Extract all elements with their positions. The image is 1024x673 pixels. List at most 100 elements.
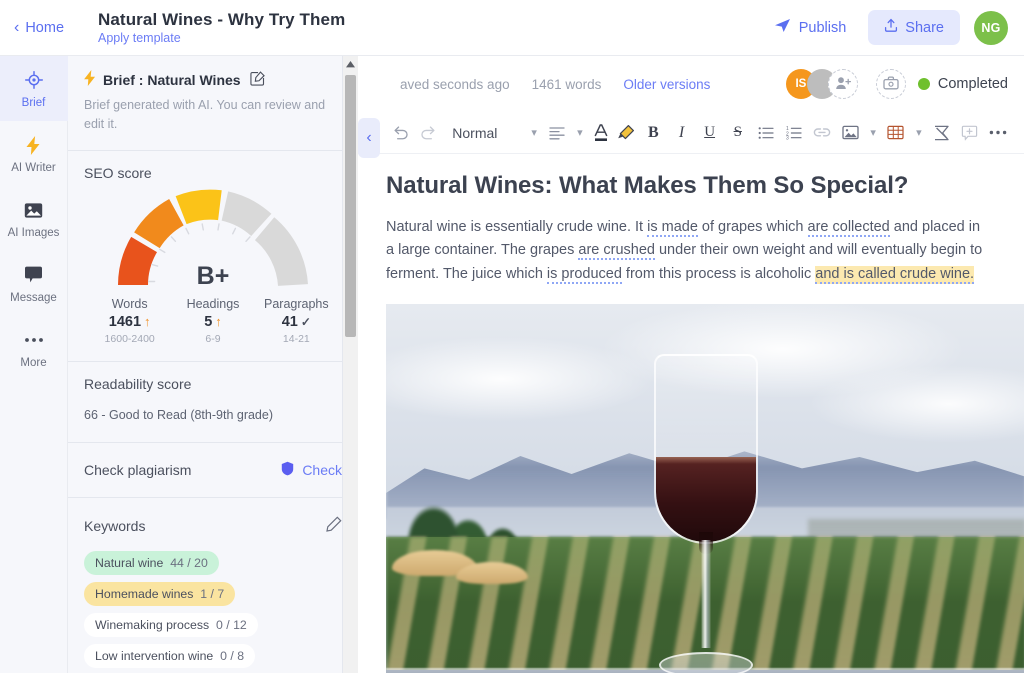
home-back-link[interactable]: ‹ Home: [14, 20, 86, 36]
grammar-suggestion[interactable]: are crushed: [578, 242, 655, 260]
saved-status: aved seconds ago: [400, 77, 510, 92]
add-person-button[interactable]: [828, 69, 858, 99]
keyword-term: Homemade wines: [95, 587, 193, 601]
grammar-suggestion[interactable]: is produced: [547, 266, 622, 284]
pencil-icon[interactable]: [326, 516, 342, 537]
check-plagiarism-button[interactable]: Check: [281, 461, 342, 479]
stat-range: 14-21: [255, 333, 338, 345]
keyword-pill[interactable]: Winemaking process 0 / 12: [84, 613, 258, 637]
table-icon[interactable]: [882, 118, 910, 148]
seo-gauge: B+: [113, 185, 313, 291]
scroll-up-arrow-icon[interactable]: [343, 56, 359, 72]
chevron-down-icon[interactable]: ▾: [507, 126, 543, 139]
brief-panel-content: Brief : Natural Wines Brief generated wi…: [68, 56, 358, 673]
underline-icon[interactable]: U: [696, 118, 724, 148]
add-person-icon: [835, 76, 851, 93]
link-icon[interactable]: [808, 118, 836, 148]
grammar-suggestion[interactable]: is made: [647, 219, 698, 237]
left-rail: Brief AI Writer AI Images Message: [0, 56, 68, 673]
text-style-select[interactable]: Normal: [442, 125, 507, 141]
bullet-list-icon[interactable]: [752, 118, 780, 148]
keyword-pill[interactable]: Low intervention wine 0 / 8: [84, 644, 255, 668]
numbered-list-icon[interactable]: 123: [780, 118, 808, 148]
apply-template-link[interactable]: Apply template: [98, 31, 345, 45]
keyword-term: Winemaking process: [95, 618, 209, 632]
wine-glass: [646, 354, 766, 673]
sidebar-item-more[interactable]: More: [0, 316, 68, 381]
chevron-down-icon[interactable]: ▾: [910, 126, 928, 139]
wine-liquid: [656, 457, 756, 543]
scrollbar-thumb[interactable]: [345, 75, 356, 337]
editor-area: aved seconds ago 1461 words Older versio…: [358, 56, 1024, 673]
brief-title: Brief : Natural Wines: [103, 72, 241, 88]
align-left-icon[interactable]: [543, 118, 571, 148]
share-button[interactable]: Share: [868, 10, 960, 45]
paragraph-text: from this process is alcoholic: [622, 266, 815, 282]
redo-icon[interactable]: [414, 118, 442, 148]
keyword-count: 0 / 8: [220, 649, 244, 663]
glass-bowl: [654, 354, 758, 544]
shield-icon: [281, 461, 294, 479]
chevron-down-icon[interactable]: ▾: [864, 126, 882, 139]
text-color-icon[interactable]: [589, 118, 613, 148]
keywords-title: Keywords: [84, 518, 145, 534]
stat-words: Words 1461↑ 1600-2400: [88, 297, 171, 345]
app-root: ‹ Home Natural Wines - Why Try Them Appl…: [0, 0, 1024, 673]
older-versions-link[interactable]: Older versions: [623, 77, 710, 92]
undo-icon[interactable]: [386, 118, 414, 148]
collapse-panel-button[interactable]: ‹: [358, 118, 380, 158]
chat-icon: [24, 265, 43, 285]
image-icon[interactable]: [836, 118, 864, 148]
ellipsis-icon[interactable]: [984, 118, 1012, 148]
sidebar-item-ai-images[interactable]: AI Images: [0, 186, 68, 251]
keyword-term: Natural wine: [95, 556, 163, 570]
readability-card: Readability score 66 - Good to Read (8th…: [68, 362, 358, 443]
brief-subtitle: Brief generated with AI. You can review …: [84, 96, 342, 134]
document-paragraph[interactable]: Natural wine is essentially crude wine. …: [386, 216, 1024, 286]
stat-label: Paragraphs: [255, 297, 338, 311]
keywords-card: Keywords Natural wine 44 / 20 Homemade w…: [68, 498, 358, 673]
highlighted-suggestion[interactable]: and is called crude wine.: [815, 266, 974, 284]
status-badge[interactable]: Completed: [918, 76, 1008, 92]
add-comment-icon[interactable]: [956, 118, 984, 148]
pencil-square-icon[interactable]: [250, 71, 265, 89]
stat-value: 5: [204, 314, 212, 330]
bold-icon[interactable]: B: [639, 118, 667, 148]
chevron-down-icon[interactable]: ▾: [571, 126, 589, 139]
status-dot-icon: [918, 78, 930, 90]
stat-label: Headings: [171, 297, 254, 311]
editor-meta-actions: IS C: [786, 69, 1008, 99]
document-image[interactable]: [386, 304, 1024, 673]
share-label: Share: [905, 20, 944, 36]
keyword-pill[interactable]: Homemade wines 1 / 7: [84, 582, 235, 606]
brief-panel-scrollbar[interactable]: [342, 56, 358, 673]
grammar-suggestion[interactable]: are collected: [808, 219, 890, 237]
readability-title: Readability score: [84, 376, 342, 392]
sidebar-item-brief[interactable]: Brief: [0, 56, 68, 121]
keyword-count: 0 / 12: [216, 618, 247, 632]
italic-icon[interactable]: I: [667, 118, 695, 148]
paragraph-text: Natural wine is essentially crude wine. …: [386, 219, 647, 235]
document-title-block: Natural Wines - Why Try Them Apply templ…: [98, 10, 345, 45]
publish-button[interactable]: Publish: [766, 12, 855, 43]
briefcase-button[interactable]: [876, 69, 906, 99]
seo-score-card: SEO score: [68, 151, 358, 362]
seo-score-title: SEO score: [84, 165, 342, 181]
stat-headings: Headings 5↑ 6-9: [171, 297, 254, 345]
strikethrough-icon[interactable]: S: [724, 118, 752, 148]
document-canvas[interactable]: Natural Wines: What Makes Them So Specia…: [358, 154, 1024, 673]
keyword-pill[interactable]: Natural wine 44 / 20: [84, 551, 219, 575]
seo-gauge-wrapper: B+: [84, 185, 342, 291]
clear-format-icon[interactable]: [928, 118, 956, 148]
sidebar-item-message[interactable]: Message: [0, 251, 68, 316]
arrow-up-icon: ↑: [215, 314, 222, 329]
highlighter-icon[interactable]: [613, 118, 639, 148]
brief-header: Brief : Natural Wines Brief generated wi…: [68, 56, 358, 151]
arrow-up-icon: ↑: [144, 314, 151, 329]
avatar[interactable]: NG: [974, 11, 1008, 45]
upload-icon: [884, 18, 898, 37]
document-heading[interactable]: Natural Wines: What Makes Them So Specia…: [386, 172, 1024, 200]
sidebar-item-ai-writer[interactable]: AI Writer: [0, 121, 68, 186]
glass-foot: [659, 652, 753, 673]
sidebar-item-label: Message: [10, 292, 57, 304]
